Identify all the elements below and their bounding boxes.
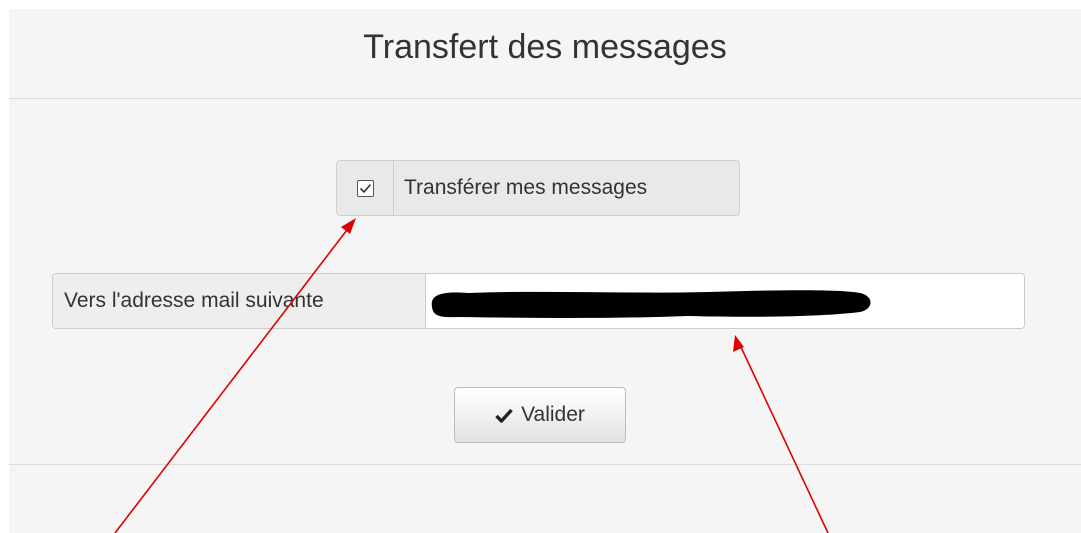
forward-checkbox[interactable] [356,179,374,197]
submit-button[interactable]: Valider [454,387,626,443]
submit-button-label: Valider [521,403,585,426]
checkbox-addon [337,161,394,215]
check-icon [495,408,513,423]
page: Transfert des messages Transférer mes me… [0,0,1081,533]
checkmark-icon [359,183,371,193]
forwarding-panel: Transfert des messages [9,9,1081,533]
panel-title: Transfert des messages [363,28,727,66]
email-field-label: Vers l'adresse mail suivante [53,274,426,328]
panel-footer-divider [9,464,1081,465]
forward-checkbox-label: Transférer mes messages [404,176,648,199]
email-address-group: Vers l'adresse mail suivante [52,273,1025,329]
forward-messages-toggle[interactable]: Transférer mes messages [336,160,740,216]
panel-header: Transfert des messages [9,9,1081,99]
email-field[interactable] [426,274,1024,328]
